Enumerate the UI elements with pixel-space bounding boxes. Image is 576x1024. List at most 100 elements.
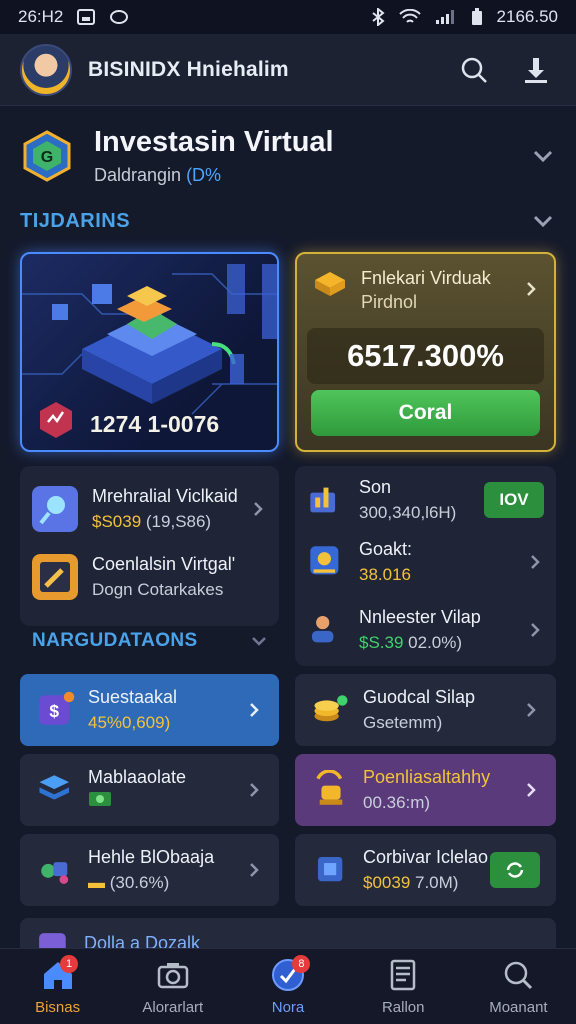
list-item[interactable]: Mrehralial Viclkaid $S039 (19,S86) (32, 478, 267, 540)
portfolio-header: TIJDARINS (20, 205, 556, 237)
camera-icon (157, 963, 189, 989)
chevron-right-icon (527, 703, 536, 717)
recommendations-title: NARGUDATAONS (32, 630, 198, 651)
hero-section: G Investasin Virtual Daldrangin (D% (20, 118, 556, 194)
download-icon (525, 57, 547, 83)
tile-title: Corbivar Iclelao (363, 847, 489, 867)
chevron-down-icon[interactable] (530, 143, 556, 169)
nav-label: Nora (271, 999, 305, 1016)
page-subtitle: Daldrangin (D% (94, 165, 530, 186)
list-item-title: Coenlalsin Virtgal' (92, 554, 236, 574)
coin-upload-icon (310, 546, 339, 575)
hero-text: Investasin Virtual Daldrangin (D% (94, 126, 530, 186)
magnifier-icon (32, 486, 78, 532)
feature-right-text: Fnlekari Virduak Pirdnol (361, 266, 522, 314)
list-item-sub: $S.39 02.0%) (359, 633, 463, 652)
feature-left-value: 1274 1-0076 (90, 411, 220, 437)
refresh-button[interactable] (490, 852, 540, 888)
gold-stack-icon (315, 272, 345, 296)
nav-rallon[interactable]: Rallon (346, 949, 461, 1024)
tile-title: Poenliasaltahhy (363, 767, 491, 787)
tile-sub: 00.36:m) (363, 793, 431, 812)
nav-label: Alorarlart (142, 999, 204, 1016)
battery-icon (471, 8, 482, 25)
recommendations-header: NARGUDATAONS (32, 630, 268, 652)
left-list-panel: Mrehralial Viclkaid $S039 (19,S86) Coenl… (20, 466, 279, 626)
tile-hehle-blobaaja[interactable]: Hehle BlObaaja ▬ (30.6%) (20, 834, 279, 906)
list-item-sub: Dogn Cotarkakes (92, 580, 224, 599)
chevron-right-icon (250, 863, 259, 877)
svg-text:$: $ (49, 701, 59, 721)
chevron-right-icon (527, 783, 536, 797)
bottom-navigation: 1 Bisnas Alorarlart 8 Nora Rallon Moanan… (0, 948, 576, 1024)
iov-button[interactable]: IOV (484, 482, 544, 518)
chevron-down-icon[interactable] (250, 632, 268, 650)
nav-home[interactable]: 1 Bisnas (0, 949, 115, 1024)
tile-sub: $0039 7.0M) (363, 873, 459, 892)
svg-text:G: G (41, 149, 53, 166)
status-time: 26:H2 (18, 7, 64, 26)
list-item-title: Son (359, 477, 392, 497)
list-item[interactable]: Coenlalsin Virtgal' Dogn Cotarkakes (32, 546, 267, 608)
tile-suestaakal[interactable]: $ Suestaakal 45%0,609) (20, 674, 279, 746)
feature-right-subtitle: Pirdnol (361, 292, 418, 312)
status-bar: 26:H2 2166.50 (0, 0, 576, 34)
page-title: Investasin Virtual (94, 126, 334, 158)
pencil-icon (32, 554, 78, 600)
refresh-icon (506, 862, 524, 878)
feature-card-left[interactable]: 1274 1-0076 (20, 252, 279, 452)
shield-icon: G (23, 130, 71, 182)
chart-box-icon (310, 487, 336, 513)
list-item-title: Nnleester Vilap (359, 607, 481, 627)
chevron-right-icon (531, 555, 540, 569)
feature-right-title: Fnlekari Virduak (361, 268, 491, 288)
nav-label: Rallon (381, 999, 425, 1016)
dollar-badge-icon: $ (39, 691, 75, 725)
status-right-text: 2166.50 (496, 7, 558, 26)
messenger-icon (110, 10, 129, 24)
search-icon (461, 57, 487, 83)
bluetooth-icon (371, 8, 385, 26)
avatar[interactable] (20, 43, 72, 96)
list-item-sub: 300,340,l6H) (359, 503, 457, 522)
nav-moanant[interactable]: Moanant (461, 949, 576, 1024)
trophy-icon (316, 770, 343, 805)
app-title: BISINIDX Hniehalim (88, 57, 289, 81)
feature-card-right[interactable]: Fnlekari Virduak Pirdnol 6517.300% Coral (295, 252, 556, 452)
search-icon (505, 961, 533, 990)
tile-poenliasaltahhy[interactable]: Poenliasaltahhy 00.36:m) (295, 754, 556, 826)
nav-alorarlart[interactable]: Alorarlart (115, 949, 230, 1024)
tile-mablaaolate[interactable]: Mablaaolate (20, 754, 279, 826)
chevron-right-icon (250, 783, 259, 797)
person-icon (311, 615, 334, 643)
search-button[interactable] (454, 50, 494, 90)
nav-nora[interactable]: 8 Nora (230, 949, 345, 1024)
list-item-sub: $S039 (19,S86) (92, 512, 212, 531)
subtitle-prefix: Daldrangin (94, 165, 187, 185)
coins-icon (314, 695, 348, 722)
tools-icon (41, 862, 69, 884)
list-item[interactable]: Nnleester Vilap $S.39 02.0%) (307, 604, 544, 656)
document-icon (390, 959, 416, 991)
signal-icon (435, 10, 454, 24)
wifi-icon (398, 9, 421, 23)
coral-button[interactable]: Coral (311, 390, 540, 436)
tile-corbivar-iclelao[interactable]: Corbivar Iclelao $0039 7.0M) (295, 834, 556, 906)
list-item[interactable]: Goakt: 38.016 (307, 536, 544, 588)
cash-icon (89, 791, 111, 806)
chevron-right-icon[interactable] (522, 280, 540, 298)
chip-icon (317, 856, 343, 882)
tile-title: Mablaaolate (88, 766, 187, 787)
download-button[interactable] (516, 50, 556, 90)
list-item-sub: 38.016 (359, 565, 411, 584)
nav-badge: 1 (60, 955, 78, 973)
tile-sub: ▬ (30.6%) (88, 873, 170, 892)
tile-title: Guodcal Silap (363, 687, 476, 707)
tile-guodcal-silap[interactable]: Guodcal Silap Gsetemm) (295, 674, 556, 746)
chevron-down-icon[interactable] (530, 208, 556, 234)
nav-label: Bisnas (35, 999, 81, 1016)
heart-badge-icon (40, 402, 72, 438)
list-item[interactable]: Son 300,340,l6H) IOV (307, 474, 544, 526)
list-item-title: Mrehralial Viclkaid (92, 486, 238, 506)
list-item-title: Goakt: (359, 539, 413, 559)
